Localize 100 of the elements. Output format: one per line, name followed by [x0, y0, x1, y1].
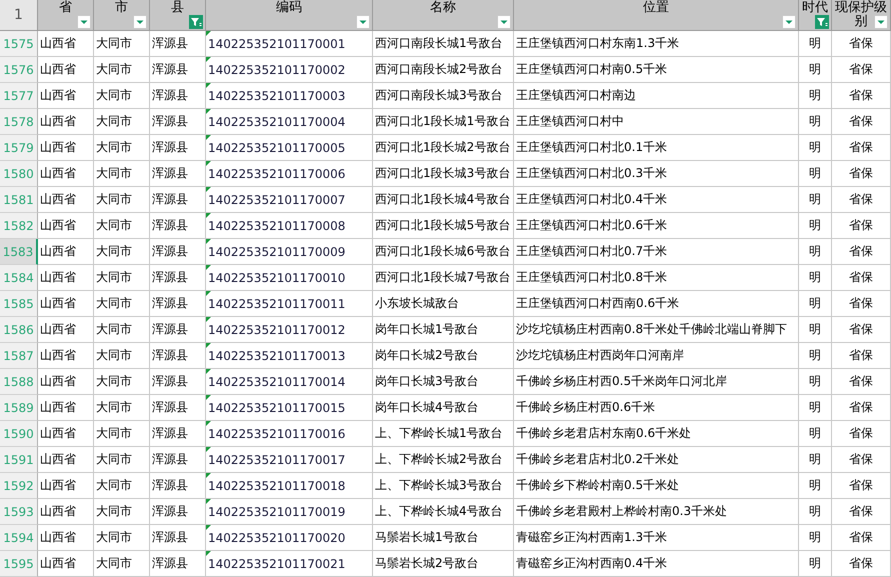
row-header[interactable]: 1586 [0, 317, 38, 343]
column-header[interactable]: 市 [94, 0, 150, 31]
table-cell: 省保 [832, 187, 891, 213]
table-cell: 王庄堡镇西河口村北0.1千米 [514, 135, 799, 161]
table-cell: 浑源县 [150, 57, 206, 83]
table-cell: 明 [799, 421, 832, 447]
table-cell: 王庄堡镇西河口村北0.4千米 [514, 187, 799, 213]
row-header[interactable]: 1584 [0, 265, 38, 291]
table-cell: 140225352101170018 [206, 473, 373, 499]
table-cell: 大同市 [94, 291, 150, 317]
table-cell: 王庄堡镇西河口村北0.3千米 [514, 161, 799, 187]
row-header[interactable]: 1593 [0, 499, 38, 525]
column-header[interactable]: 时代 [799, 0, 832, 31]
dropdown-icon[interactable] [356, 15, 370, 29]
table-cell: 省保 [832, 525, 891, 551]
row-header: 1 [0, 0, 38, 31]
row-header[interactable]: 1591 [0, 447, 38, 473]
row-header[interactable]: 1589 [0, 395, 38, 421]
table-cell: 明 [799, 551, 832, 577]
column-header[interactable]: 名称 [373, 0, 514, 31]
table-cell: 王庄堡镇西河口村中 [514, 109, 799, 135]
table-cell: 浑源县 [150, 135, 206, 161]
table-cell: 大同市 [94, 239, 150, 265]
table-cell: 省保 [832, 161, 891, 187]
filter-icon[interactable] [815, 15, 829, 29]
table-cell: 140225352101170001 [206, 31, 373, 57]
table-cell: 140225352101170004 [206, 109, 373, 135]
table-cell: 浑源县 [150, 213, 206, 239]
table-cell: 山西省 [38, 291, 94, 317]
table-cell: 浑源县 [150, 551, 206, 577]
table-cell: 浑源县 [150, 343, 206, 369]
table-cell: 山西省 [38, 473, 94, 499]
table-cell: 浑源县 [150, 317, 206, 343]
table-cell: 省保 [832, 31, 891, 57]
table-cell: 沙圪坨镇杨庄村西岗年口河南岸 [514, 343, 799, 369]
row-header[interactable]: 1579 [0, 135, 38, 161]
table-cell: 明 [799, 343, 832, 369]
table-cell: 大同市 [94, 421, 150, 447]
column-header[interactable]: 编码 [206, 0, 373, 31]
table-cell: 明 [799, 109, 832, 135]
table-cell: 浑源县 [150, 499, 206, 525]
dropdown-icon[interactable] [133, 15, 147, 29]
table-cell: 西河口南段长城3号敌台 [373, 83, 514, 109]
table-cell: 省保 [832, 317, 891, 343]
table-cell: 大同市 [94, 499, 150, 525]
table-cell: 浑源县 [150, 109, 206, 135]
column-header[interactable]: 现保护级别 [832, 0, 891, 31]
row-header[interactable]: 1585 [0, 291, 38, 317]
row-header[interactable]: 1575 [0, 31, 38, 57]
filter-icon[interactable] [189, 15, 203, 29]
table-cell: 山西省 [38, 369, 94, 395]
row-header[interactable]: 1577 [0, 83, 38, 109]
dropdown-icon[interactable] [874, 15, 888, 29]
table-cell: 省保 [832, 395, 891, 421]
row-header[interactable]: 1583 [0, 239, 38, 265]
row-header[interactable]: 1594 [0, 525, 38, 551]
table-cell: 大同市 [94, 473, 150, 499]
dropdown-icon[interactable] [497, 15, 511, 29]
table-cell: 千佛岭乡老君殿村上桦岭村南0.3千米处 [514, 499, 799, 525]
row-header[interactable]: 1580 [0, 161, 38, 187]
column-header[interactable]: 省 [38, 0, 94, 31]
table-cell: 140225352101170016 [206, 421, 373, 447]
table-cell: 省保 [832, 57, 891, 83]
table-cell: 140225352101170011 [206, 291, 373, 317]
table-cell: 西河口北1段长城4号敌台 [373, 187, 514, 213]
table-cell: 省保 [832, 473, 891, 499]
table-cell: 明 [799, 83, 832, 109]
table-cell: 千佛岭乡下桦岭村南0.5千米处 [514, 473, 799, 499]
table-cell: 明 [799, 213, 832, 239]
table-cell: 千佛岭乡老君店村北0.2千米处 [514, 447, 799, 473]
table-cell: 省保 [832, 343, 891, 369]
table-cell: 马鬃岩长城2号敌台 [373, 551, 514, 577]
dropdown-icon[interactable] [77, 15, 91, 29]
table-cell: 大同市 [94, 525, 150, 551]
table-cell: 千佛岭乡老君店村东南0.6千米处 [514, 421, 799, 447]
table-cell: 浑源县 [150, 369, 206, 395]
row-header[interactable]: 1578 [0, 109, 38, 135]
row-header[interactable]: 1592 [0, 473, 38, 499]
row-header[interactable]: 1595 [0, 551, 38, 577]
dropdown-icon[interactable] [782, 15, 796, 29]
table-cell: 省保 [832, 239, 891, 265]
row-header[interactable]: 1582 [0, 213, 38, 239]
table-cell: 明 [799, 239, 832, 265]
column-header[interactable]: 位置 [514, 0, 799, 31]
table-cell: 明 [799, 447, 832, 473]
table-cell: 浑源县 [150, 525, 206, 551]
table-cell: 岗年口长城3号敌台 [373, 369, 514, 395]
row-header[interactable]: 1576 [0, 57, 38, 83]
table-cell: 山西省 [38, 395, 94, 421]
row-header[interactable]: 1590 [0, 421, 38, 447]
table-cell: 浑源县 [150, 447, 206, 473]
table-cell: 岗年口长城2号敌台 [373, 343, 514, 369]
row-header[interactable]: 1587 [0, 343, 38, 369]
table-cell: 大同市 [94, 57, 150, 83]
row-header[interactable]: 1581 [0, 187, 38, 213]
table-cell: 140225352101170015 [206, 395, 373, 421]
row-header[interactable]: 1588 [0, 369, 38, 395]
column-header[interactable]: 县 [150, 0, 206, 31]
table-cell: 小东坡长城敌台 [373, 291, 514, 317]
table-cell: 大同市 [94, 369, 150, 395]
